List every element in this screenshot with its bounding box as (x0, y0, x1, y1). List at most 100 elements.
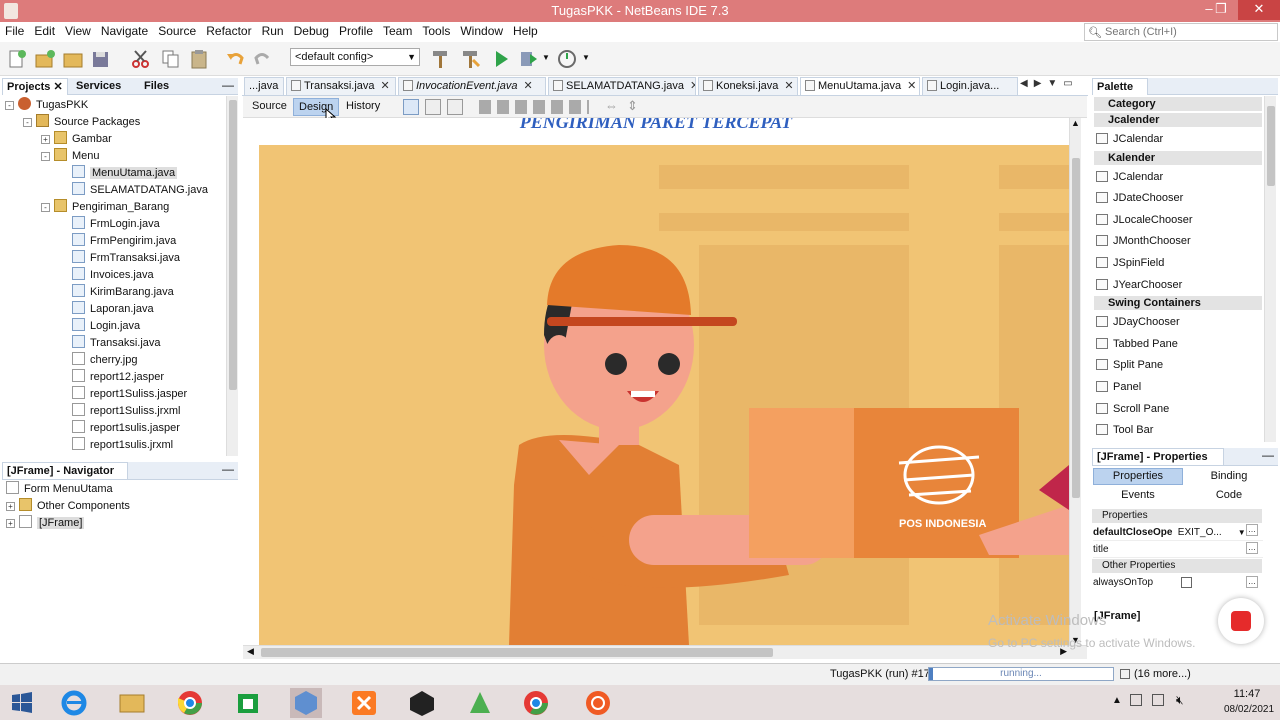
resize-horizontal-icon[interactable]: ⇔ (605, 98, 618, 113)
expand-toggle-icon[interactable]: - (41, 203, 50, 212)
tree-node[interactable]: report1sulis.jasper (72, 420, 180, 437)
close-button[interactable]: ✕ (1238, 0, 1280, 20)
tree-node[interactable]: FrmPengirim.java (72, 233, 176, 250)
menu-edit[interactable]: Edit (29, 22, 60, 41)
project-tree-scrollbar[interactable] (226, 96, 238, 456)
frame-image[interactable]: POS INDONESIA (259, 145, 1069, 645)
menu-tools[interactable]: Tools (417, 22, 455, 41)
connection-mode-icon[interactable] (425, 99, 441, 115)
palette-item[interactable]: JDayChooser (1096, 313, 1180, 331)
palette-item[interactable]: JCalendar (1096, 130, 1163, 148)
tree-node[interactable]: SELAMATDATANG.java (72, 182, 208, 199)
minimize-panel-icon[interactable]: — (1262, 448, 1274, 462)
tree-node[interactable]: KirimBarang.java (72, 284, 174, 301)
minimize-panel-icon[interactable]: — (222, 462, 234, 476)
cut-icon[interactable] (130, 48, 152, 70)
tab-files[interactable]: Files (140, 78, 173, 95)
palette-category[interactable]: Kalender (1094, 150, 1262, 165)
tab-projects[interactable]: Projects ✕ (2, 78, 68, 95)
close-tab-icon[interactable]: ✕ (524, 80, 533, 92)
menu-help[interactable]: Help (508, 22, 543, 41)
editor-tab[interactable]: SELAMATDATANG.java ✕ (548, 77, 696, 95)
palette-category[interactable]: Category (1094, 97, 1262, 111)
palette-item[interactable]: JLocaleChooser (1096, 211, 1193, 229)
palette-item[interactable]: Scroll Pane (1096, 400, 1169, 418)
restore-button[interactable]: ❐ (1206, 0, 1236, 20)
chrome-icon[interactable] (174, 688, 206, 718)
search-input[interactable] (1105, 25, 1273, 39)
tree-node[interactable]: Transaksi.java (72, 335, 161, 352)
other-properties-section[interactable]: Other Properties (1092, 559, 1262, 573)
menu-profile[interactable]: Profile (334, 22, 378, 41)
canvas-vertical-scrollbar[interactable]: ▲ ▼ (1069, 118, 1081, 645)
close-tab-icon[interactable]: ✕ (784, 80, 793, 92)
menu-source[interactable]: Source (153, 22, 201, 41)
menu-window[interactable]: Window (455, 22, 508, 41)
run-icon[interactable] (490, 48, 512, 70)
network-icon[interactable] (1130, 694, 1142, 706)
resize-vertical-icon[interactable]: ⇕ (627, 98, 638, 114)
canvas-horizontal-scrollbar[interactable]: ◀ ▶ (243, 645, 1087, 659)
build-hammer-icon[interactable] (430, 48, 452, 70)
tree-node[interactable]: Invoices.java (72, 267, 154, 284)
clean-build-icon[interactable] (460, 48, 482, 70)
xampp-icon[interactable] (348, 688, 380, 718)
more-tasks-link[interactable]: (16 more...) (1134, 668, 1191, 680)
expand-toggle-icon[interactable]: - (41, 152, 50, 161)
ellipsis-button[interactable]: … (1246, 542, 1258, 554)
palette-item[interactable]: Tool Bar (1096, 421, 1153, 439)
tree-node[interactable]: FrmLogin.java (72, 216, 160, 233)
tray-arrow-icon[interactable]: ▲ (1112, 695, 1122, 706)
tree-node[interactable]: report1sulis.jrxml (72, 437, 173, 454)
events-subtab[interactable]: Events (1093, 487, 1183, 504)
close-tab-icon[interactable]: ✕ (381, 80, 390, 92)
code-subtab[interactable]: Code (1184, 487, 1274, 504)
properties-tab[interactable]: [JFrame] - Properties ✕ (1092, 448, 1224, 479)
new-project-icon[interactable] (34, 48, 56, 70)
tree-node[interactable]: Login.java (72, 318, 140, 335)
close-tab-icon[interactable]: ✕ (907, 80, 916, 92)
undo-icon[interactable] (224, 48, 246, 70)
nox-icon[interactable] (406, 688, 438, 718)
search-box[interactable]: 🔍︎ (1084, 23, 1278, 41)
tree-node[interactable]: - Source Packages (23, 114, 140, 131)
tree-node[interactable]: MenuUtama.java (72, 165, 178, 182)
canvas-heading[interactable]: PENGIRIMAN PAKET TERCEPAT (243, 118, 1069, 144)
tree-node[interactable]: report1Suliss.jasper (72, 386, 187, 403)
tasks-icon[interactable] (1120, 669, 1130, 679)
editor-tab[interactable]: InvocationEvent.java ✕ (398, 77, 546, 95)
expand-toggle-icon[interactable]: - (23, 118, 32, 127)
store-icon[interactable] (232, 688, 264, 718)
editor-tab[interactable]: ...java✕ (244, 77, 284, 95)
navigator-item[interactable]: Form MenuUtama (6, 481, 113, 498)
netbeans-taskbar-icon[interactable] (290, 688, 322, 718)
tree-node[interactable]: + Gambar (41, 131, 112, 148)
redo-icon[interactable] (252, 48, 274, 70)
paste-icon[interactable] (188, 48, 210, 70)
palette-item[interactable]: Tabbed Pane (1096, 335, 1178, 353)
binding-subtab[interactable]: Binding (1184, 468, 1274, 485)
tree-node[interactable]: Laporan.java (72, 301, 154, 318)
chevron-down-icon[interactable]: ▼ (1238, 528, 1246, 537)
chrome-icon-2[interactable] (520, 688, 552, 718)
expand-toggle-icon[interactable]: - (5, 101, 14, 110)
tree-node[interactable]: cherry.jpg (72, 352, 137, 369)
palette-category[interactable]: Swing Containers (1094, 296, 1262, 311)
save-all-icon[interactable] (90, 48, 112, 70)
run-progress-bar[interactable]: running... (928, 667, 1114, 681)
palette-tab[interactable]: Palette ✕ (1092, 78, 1148, 109)
close-icon[interactable]: ✕ (53, 81, 62, 93)
clock-date[interactable]: 08/02/2021 (1222, 704, 1276, 715)
properties-subtab[interactable]: Properties (1093, 468, 1183, 485)
menu-refactor[interactable]: Refactor (201, 22, 256, 41)
tree-node[interactable]: - Pengiriman_Barang (41, 199, 169, 216)
recorder-icon[interactable] (582, 688, 614, 718)
file-explorer-icon[interactable] (116, 688, 148, 718)
minimize-panel-icon[interactable]: — (222, 78, 234, 92)
tree-node[interactable]: report1Suliss.jrxml (72, 403, 180, 420)
view-tab-history[interactable]: History (341, 98, 385, 114)
palette-category[interactable]: Jcalender (1094, 113, 1262, 127)
config-select[interactable]: <default config> ▼ (290, 48, 420, 66)
editor-tab[interactable]: Transaksi.java ✕ (286, 77, 396, 95)
menu-file[interactable]: File (0, 22, 29, 41)
